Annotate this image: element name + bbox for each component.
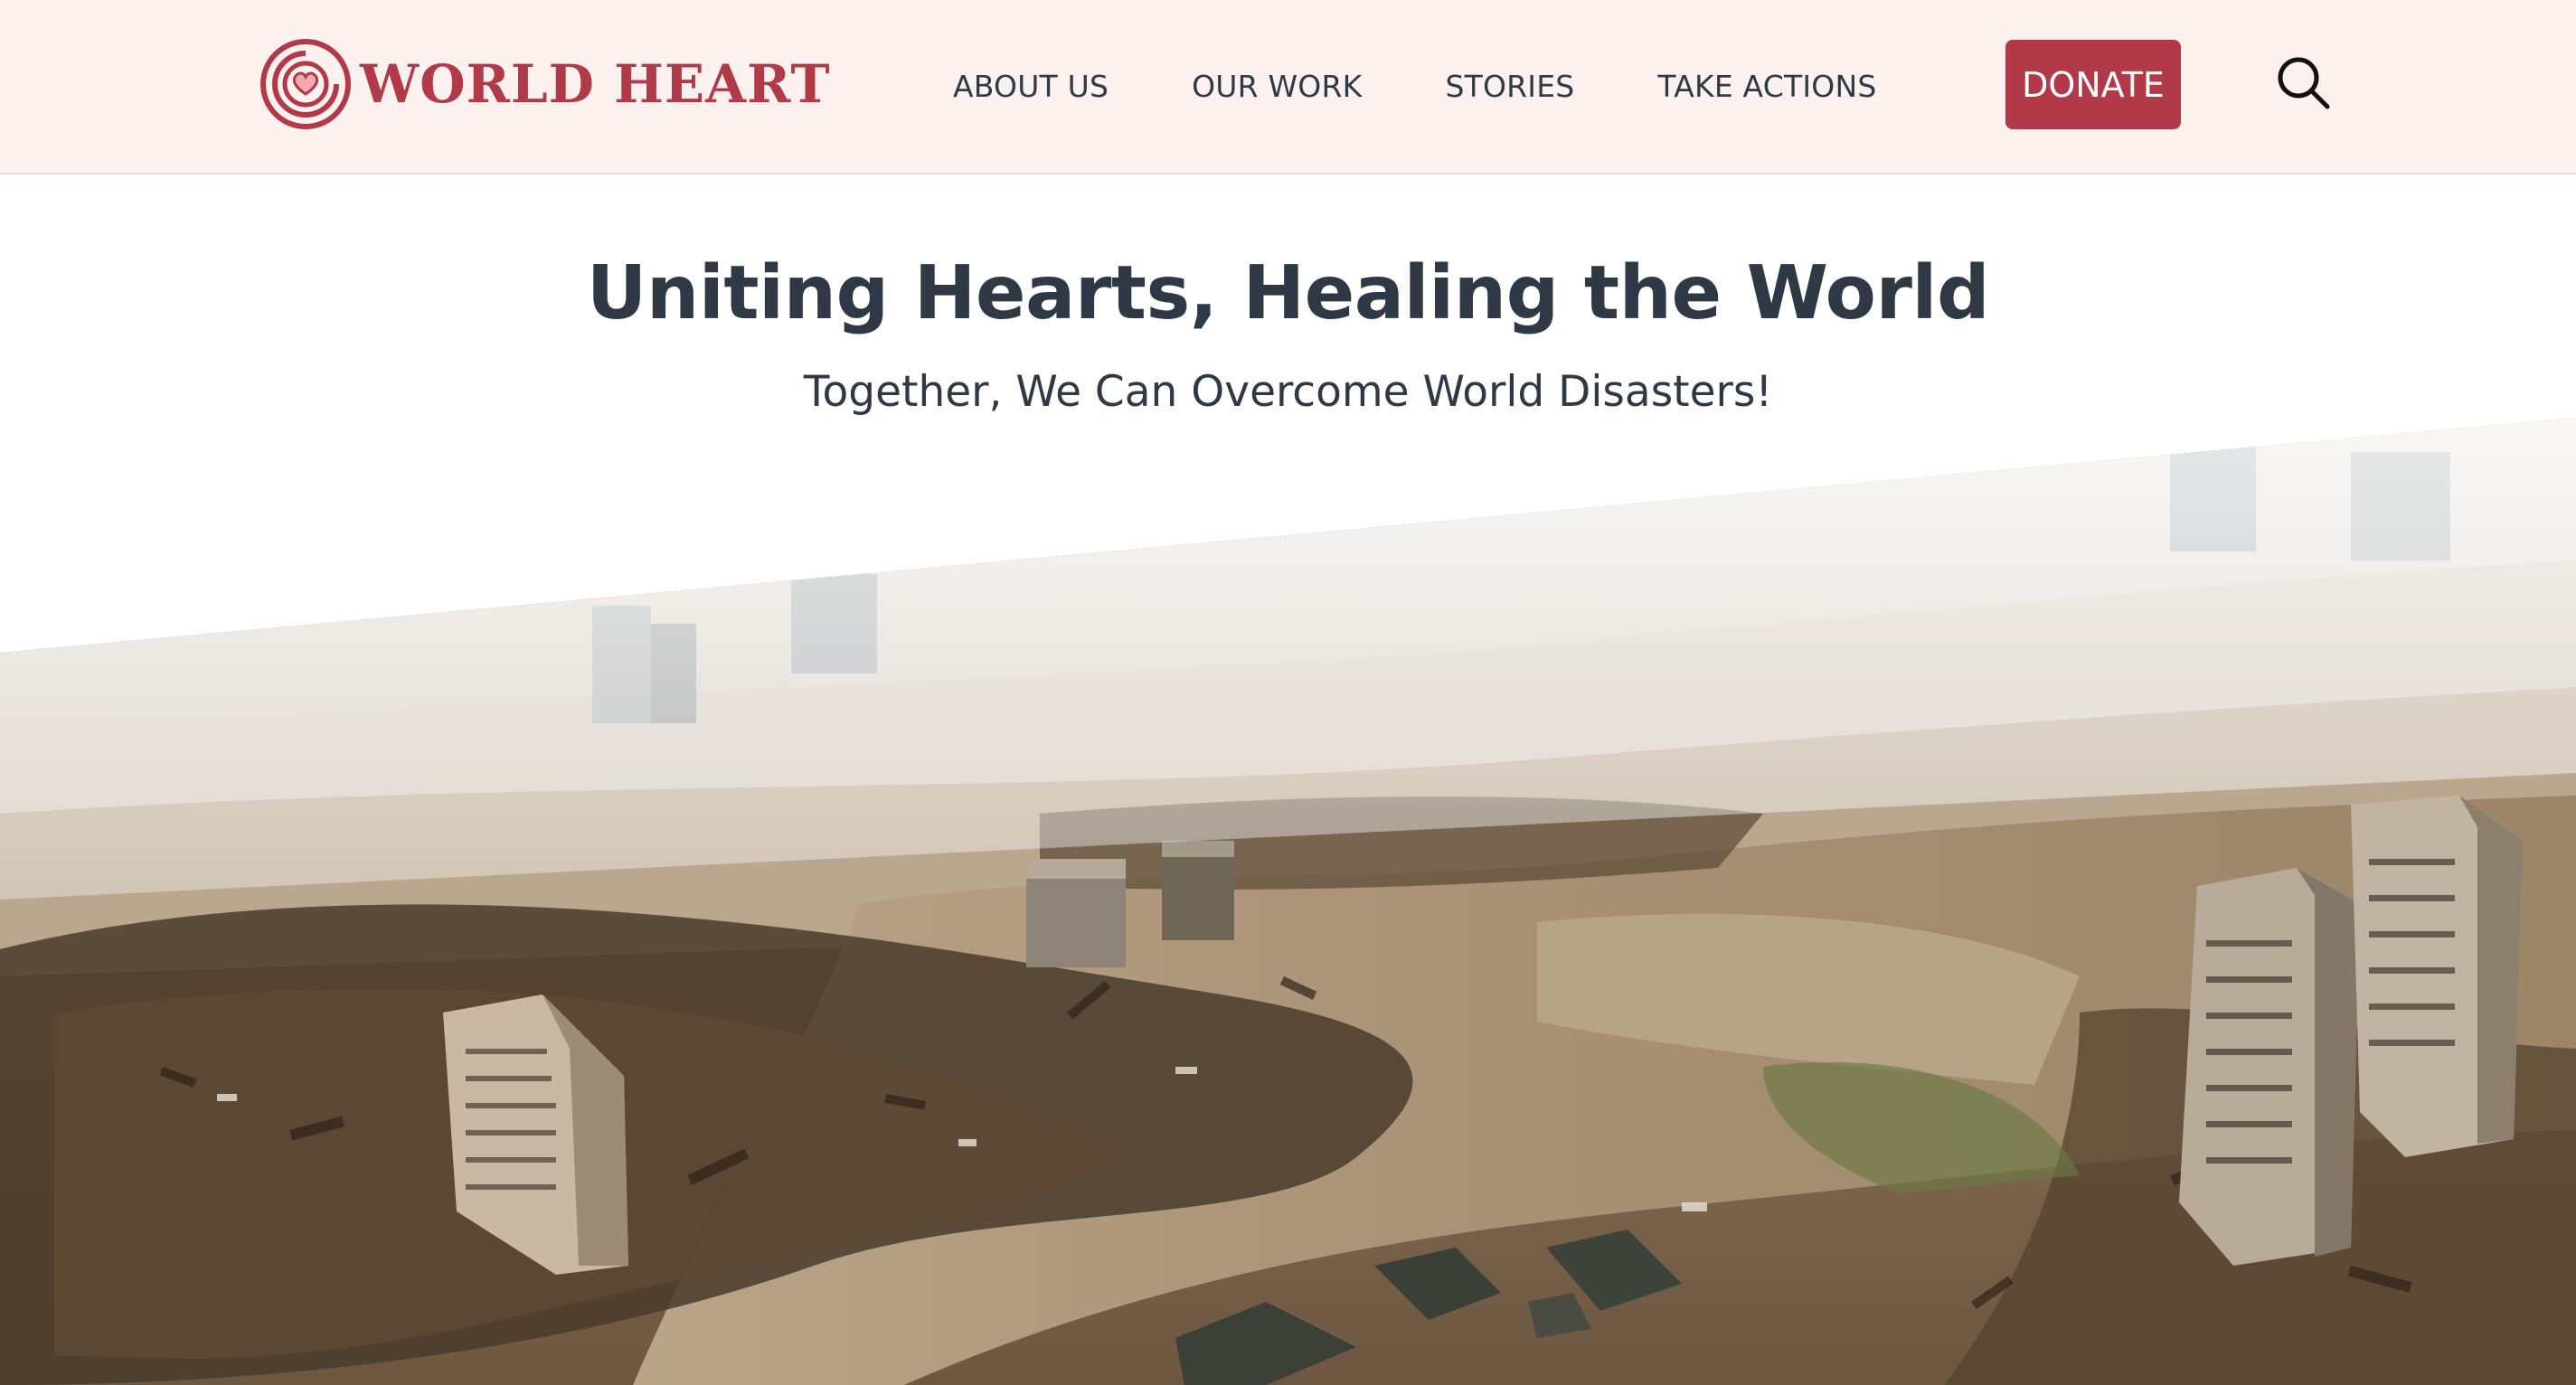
hero-title: Uniting Hearts, Healing the World (586, 250, 1990, 336)
heart-target-icon (260, 38, 351, 129)
donate-button[interactable]: DONATE (2005, 40, 2181, 129)
brand-logo[interactable]: WORLD HEART (259, 36, 830, 131)
nav-stories[interactable]: STORIES (1445, 69, 1574, 104)
main-nav: ABOUT US OUR WORK STORIES TAKE ACTIONS (953, 0, 1877, 172)
search-button[interactable] (2271, 51, 2336, 116)
brand-name: WORLD HEART (360, 52, 831, 115)
site-header: WORLD HEART ABOUT US OUR WORK STORIES TA… (0, 0, 2576, 174)
hero-disaster-image (0, 418, 2576, 1385)
nav-about-us[interactable]: ABOUT US (953, 69, 1109, 104)
nav-our-work[interactable]: OUR WORK (1192, 69, 1362, 104)
hero-subtitle: Together, We Can Overcome World Disaster… (803, 367, 1773, 417)
search-icon (2278, 57, 2330, 109)
nav-take-actions[interactable]: TAKE ACTIONS (1657, 69, 1876, 104)
